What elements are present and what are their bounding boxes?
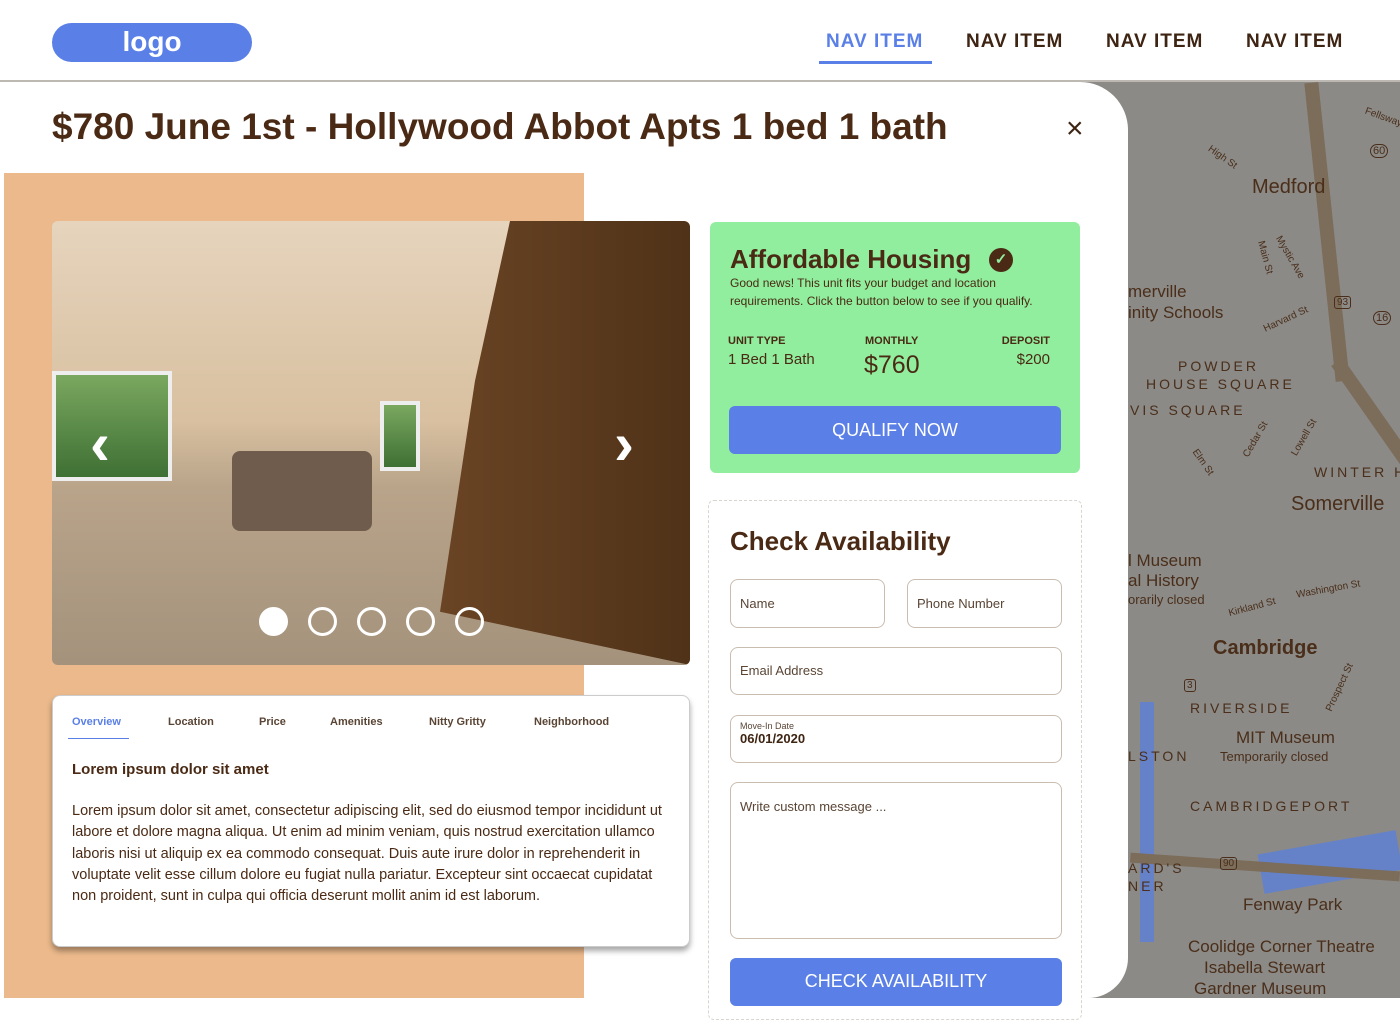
name-input[interactable]: Name	[730, 579, 885, 628]
map-label: Somerville	[1291, 493, 1385, 515]
top-nav-bar: logo NAV ITEM NAV ITEM NAV ITEM NAV ITEM	[0, 0, 1400, 82]
map-label: Harvard St	[1261, 304, 1310, 335]
map-label: al History	[1128, 571, 1199, 590]
deposit-value: $200	[1016, 351, 1050, 368]
move-in-label: Move-In Date	[740, 721, 795, 731]
window-image	[380, 401, 420, 471]
unit-type-label: UNIT TYPE	[728, 335, 786, 347]
map-label: merville	[1128, 282, 1187, 301]
check-availability-button[interactable]: CHECK AVAILABILITY	[730, 958, 1062, 1006]
map-label: orarily closed	[1128, 592, 1205, 607]
map-label: LSTON	[1128, 748, 1190, 764]
map-label: Prospect St	[1323, 661, 1356, 714]
wall-image	[440, 221, 690, 665]
nav-item-1[interactable]: NAV ITEM	[818, 31, 933, 64]
map-label: Kirkland St	[1227, 595, 1277, 620]
check-circle-icon: ✓	[989, 248, 1013, 272]
tab-heading: Lorem ipsum dolor sit amet	[72, 761, 269, 778]
map-label: POWDER	[1178, 358, 1259, 374]
phone-input[interactable]: Phone Number	[907, 579, 1062, 628]
deposit-label: DEPOSIT	[1001, 335, 1050, 347]
carousel-dot[interactable]	[259, 607, 288, 636]
map-label: NER	[1128, 878, 1167, 894]
tab-neighborhood[interactable]: Neighborhood	[534, 716, 609, 728]
map-label: Elm St	[1189, 447, 1216, 478]
map-label: Fellsway	[1363, 105, 1400, 130]
nav-item-2[interactable]: NAV ITEM	[966, 31, 1063, 53]
map-label: HOUSE SQUARE	[1146, 376, 1295, 392]
map-label: MIT Museum	[1236, 728, 1335, 747]
check-availability-form: Check Availability Name Phone Number Ema…	[708, 500, 1082, 1020]
email-input[interactable]: Email Address	[730, 647, 1062, 695]
window-image	[52, 371, 172, 481]
map-label: Cambridge	[1213, 637, 1318, 659]
move-in-date-input[interactable]: Move-In Date 06/01/2020	[730, 715, 1062, 763]
tab-location[interactable]: Location	[168, 716, 214, 728]
carousel-dot[interactable]	[406, 607, 435, 636]
map-label: Lowell St	[1289, 417, 1320, 458]
bed-image	[232, 451, 372, 531]
route-shield: 90	[1220, 857, 1238, 870]
map-label: High St	[1205, 143, 1239, 172]
listing-modal: $780 June 1st - Hollywood Abbot Apts 1 b…	[4, 82, 1128, 1020]
qualify-now-button[interactable]: QUALIFY NOW	[729, 406, 1061, 454]
map-label: inity Schools	[1128, 303, 1224, 322]
carousel-dot[interactable]	[455, 607, 484, 636]
route-shield: 60	[1370, 144, 1389, 158]
listing-title: $780 June 1st - Hollywood Abbot Apts 1 b…	[52, 106, 948, 147]
details-tabs: Overview Location Price Amenities Nitty …	[52, 695, 690, 947]
map-label: Temporarily closed	[1220, 749, 1329, 764]
move-in-value: 06/01/2020	[740, 731, 806, 746]
prev-arrow-icon[interactable]: ‹	[90, 409, 110, 478]
map-label: Isabella Stewart	[1204, 958, 1325, 977]
carousel-dot[interactable]	[308, 607, 337, 636]
map-label: Fenway Park	[1243, 895, 1343, 914]
map-label: l Museum	[1128, 551, 1202, 570]
nav-item-3[interactable]: NAV ITEM	[1106, 31, 1203, 53]
message-textarea[interactable]: Write custom message ...	[730, 782, 1062, 939]
tab-overview[interactable]: Overview	[68, 716, 129, 739]
affordable-description: Good news! This unit fits your budget an…	[730, 276, 1033, 308]
tab-body: Lorem ipsum dolor sit amet, consectetur …	[72, 803, 662, 905]
availability-title: Check Availability	[730, 526, 951, 556]
monthly-value: $760	[864, 351, 920, 379]
map-label: VIS SQUARE	[1130, 402, 1246, 418]
map-label: Main St	[1255, 239, 1275, 276]
close-icon[interactable]: ×	[1066, 112, 1084, 146]
map-label: Coolidge Corner Theatre	[1188, 937, 1375, 956]
route-shield: 3	[1184, 679, 1196, 692]
route-shield: 93	[1334, 296, 1352, 309]
map-label: ARD'S	[1128, 860, 1185, 876]
carousel-dot[interactable]	[357, 607, 386, 636]
tab-price[interactable]: Price	[259, 716, 286, 728]
map-label: Gardner Museum	[1194, 979, 1327, 998]
tab-amenities[interactable]: Amenities	[330, 716, 383, 728]
affordable-title: Affordable Housing	[730, 244, 972, 274]
logo[interactable]: logo	[52, 23, 252, 62]
unit-type-value: 1 Bed 1 Bath	[728, 351, 815, 368]
nav-item-4[interactable]: NAV ITEM	[1246, 31, 1343, 53]
photo-carousel[interactable]: ‹ ›	[52, 221, 690, 665]
next-arrow-icon[interactable]: ›	[614, 409, 634, 478]
affordable-housing-card: Affordable Housing ✓ Good news! This uni…	[710, 222, 1080, 473]
map-label: RIVERSIDE	[1190, 700, 1293, 716]
map-label: WINTER H	[1314, 464, 1400, 480]
route-shield: 16	[1373, 311, 1392, 325]
carousel-dots	[259, 607, 484, 636]
map-label: Medford	[1252, 176, 1326, 198]
tab-nitty-gritty[interactable]: Nitty Gritty	[429, 716, 486, 728]
map-label: Mystic Ave	[1273, 234, 1307, 281]
map-label: CAMBRIDGEPORT	[1190, 798, 1353, 814]
monthly-label: MONTHLY	[865, 335, 919, 347]
map-label: Washington St	[1295, 578, 1362, 601]
map-label: Cedar St	[1241, 419, 1271, 460]
